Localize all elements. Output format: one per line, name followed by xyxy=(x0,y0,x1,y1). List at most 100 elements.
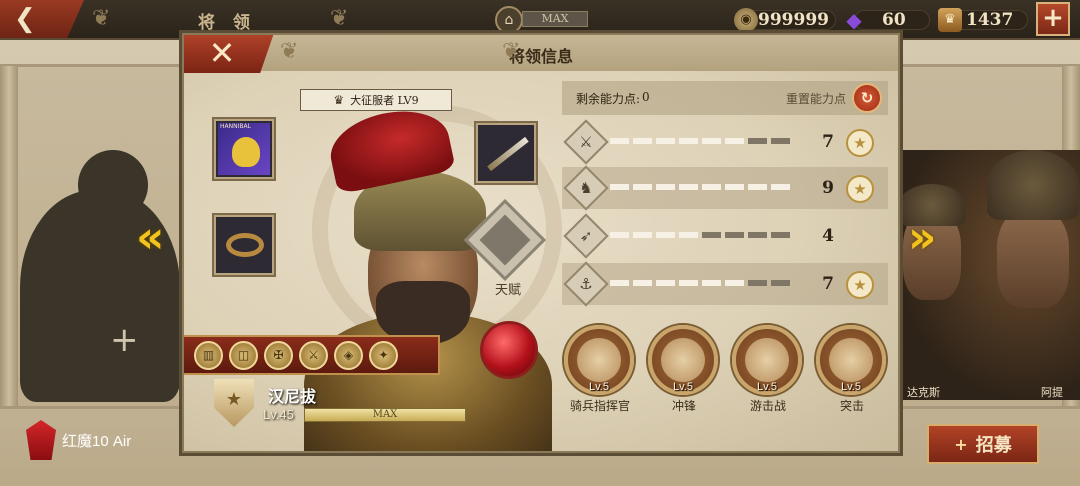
guerrilla-riders-icon: Lv.5 xyxy=(732,325,802,395)
skill-medal-icon[interactable]: ✦ xyxy=(369,340,398,370)
temple-icon[interactable]: ⌂ xyxy=(495,6,523,34)
stat-segment xyxy=(702,184,721,190)
back-button[interactable]: ❮ xyxy=(0,0,84,38)
stat-segment xyxy=(656,232,675,238)
stat-segment xyxy=(656,184,675,190)
sword-icon xyxy=(487,136,529,172)
gem-resource[interactable]: ◆ 60 xyxy=(842,8,930,32)
equipment-slot-ring[interactable] xyxy=(212,213,276,277)
stat-segment xyxy=(610,280,629,286)
stat-row: ♞ 9 ★ xyxy=(562,165,888,211)
trait-guerrilla[interactable]: Lv.5 游击战 xyxy=(732,325,804,414)
coin-resource[interactable]: ◉ 999999 xyxy=(734,8,836,32)
stat-segment xyxy=(748,280,767,286)
rank-text: 大征服者 LV9 xyxy=(350,94,419,107)
stat-progress-bar xyxy=(610,232,790,238)
trait-charge[interactable]: Lv.5 冲锋 xyxy=(648,325,720,414)
ring-icon xyxy=(226,233,264,257)
horse-icon: ♞ xyxy=(579,179,593,197)
crown-icon: ♛ xyxy=(333,93,345,107)
stat-row: ➶ 4 xyxy=(562,213,888,259)
stat-segment xyxy=(679,184,698,190)
recruit-button[interactable]: + 招募 xyxy=(927,424,1039,464)
device-watermark: 红魔10 Air xyxy=(26,420,131,460)
laurel-left-icon: ❦ xyxy=(280,39,299,64)
star-badge-icon[interactable]: ★ xyxy=(846,271,874,299)
laurel-right-icon: ❦ xyxy=(502,39,521,64)
trait-cavalry-commander[interactable]: Lv.5 骑兵指挥官 xyxy=(564,325,636,414)
trait-name: 冲锋 xyxy=(671,399,696,413)
reset-points-button[interactable]: ↻ xyxy=(852,83,882,113)
crown-token-icon: ♛ xyxy=(938,8,962,32)
skill-medal-icon[interactable]: ◈ xyxy=(334,340,363,370)
stat-segment xyxy=(771,138,790,144)
rank-badge: ♛ 大征服者 LV9 xyxy=(300,89,452,111)
cavalry-charge-icon: Lv.5 xyxy=(648,325,718,395)
equipment-slot-sword[interactable] xyxy=(474,121,538,185)
stat-segment xyxy=(679,232,698,238)
stat-segment xyxy=(679,280,698,286)
gem-value: 60 xyxy=(882,10,906,30)
star-badge-icon[interactable]: ★ xyxy=(846,129,874,157)
next-heroes-preview[interactable]: 达克斯 阿提 xyxy=(895,150,1080,400)
pillar-left xyxy=(0,66,18,406)
rank-shield-icon: ★ xyxy=(214,379,254,427)
skill-medal-icon[interactable]: ✠ xyxy=(264,340,293,370)
stat-segment xyxy=(679,138,698,144)
stat-segment xyxy=(633,232,652,238)
reset-points-label: 重置能力点 xyxy=(786,92,847,106)
stat-segment xyxy=(633,138,652,144)
stat-segment xyxy=(656,280,675,286)
stat-segment xyxy=(748,232,767,238)
skill-medal-icon[interactable]: ▥ xyxy=(194,340,223,370)
hero-name-label: 达克斯 xyxy=(907,386,940,399)
fur-hat-thumb xyxy=(987,150,1079,220)
close-button[interactable]: ✕ xyxy=(184,34,274,73)
stat-value: 4 xyxy=(822,226,834,246)
stat-value: 9 xyxy=(822,178,834,198)
close-icon: ✕ xyxy=(208,34,236,72)
stat-segment xyxy=(748,138,767,144)
coin-value: 999999 xyxy=(758,10,829,30)
stat-segment xyxy=(725,280,744,286)
previous-hero-arrow-icon[interactable]: « xyxy=(136,212,164,263)
next-hero-arrow-icon[interactable]: » xyxy=(908,212,936,263)
trait-assault[interactable]: Lv.5 突击 xyxy=(816,325,888,414)
stat-segment xyxy=(702,280,721,286)
recruit-label: 招募 xyxy=(975,435,1012,456)
red-gem-icon[interactable] xyxy=(480,321,538,379)
trait-name: 骑兵指挥官 xyxy=(569,399,630,413)
hero-info-dialog: 将领信息 ❦ ❦ ✕ ♛ 大征服者 LV9 HANNIBAL 天赋 ▥ ◫ ✠ … xyxy=(182,33,900,453)
skill-medal-icon[interactable]: ⚔ xyxy=(299,340,328,370)
laurel-left-icon: ❦ xyxy=(92,6,111,31)
stat-row: ⚓ 7 ★ xyxy=(562,261,888,307)
remaining-points-value: 0 xyxy=(642,90,650,104)
horse-head-icon: Lv.5 xyxy=(564,325,634,395)
bow-icon: ➶ xyxy=(579,227,593,245)
stat-row: ⚔ 7 ★ xyxy=(562,119,888,165)
token-resource[interactable]: ♛ 1437 xyxy=(938,8,1028,32)
stat-value: 7 xyxy=(822,132,834,152)
stat-progress-bar xyxy=(610,280,790,286)
laurel-right-icon: ❦ xyxy=(330,6,349,31)
skill-medal-icon[interactable]: ◫ xyxy=(229,340,258,370)
add-hero-slot-icon[interactable]: + xyxy=(110,320,139,360)
stat-segment xyxy=(610,138,629,144)
experience-bar: MAX xyxy=(304,408,466,422)
capacity-bar: MAX xyxy=(522,11,588,27)
coin-icon: ◉ xyxy=(734,8,758,32)
star-badge-icon[interactable]: ★ xyxy=(846,175,874,203)
stat-segment xyxy=(771,232,790,238)
stat-segment xyxy=(702,232,721,238)
stat-segment xyxy=(656,138,675,144)
token-value: 1437 xyxy=(966,10,1014,30)
stat-segment xyxy=(771,184,790,190)
trait-name: 游击战 xyxy=(749,399,786,413)
equipment-slot-banner[interactable]: HANNIBAL xyxy=(212,117,276,181)
stat-segment xyxy=(633,184,652,190)
ram-skull-icon xyxy=(479,214,531,266)
device-name: 红魔10 Air xyxy=(62,432,132,450)
stat-segment xyxy=(633,280,652,286)
banner-caption: HANNIBAL xyxy=(220,123,251,130)
add-resource-button[interactable]: + xyxy=(1036,2,1070,36)
